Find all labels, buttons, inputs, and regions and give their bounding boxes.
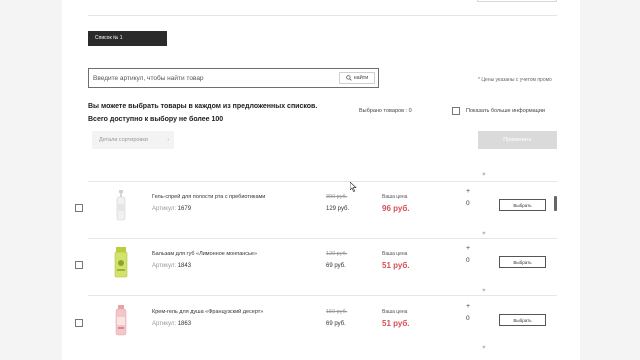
- your-price-label: Ваша цена: [382, 251, 408, 257]
- sort-dropdown[interactable]: Детали сортировки ›: [92, 131, 174, 149]
- your-price: 51 руб.: [382, 319, 410, 328]
- product-article-label: Артикул:: [152, 321, 177, 327]
- product-name: Гель-спрей для полости рта с пребиотикам…: [152, 194, 266, 200]
- qty-plus-button[interactable]: +: [466, 188, 470, 195]
- search-input[interactable]: [93, 72, 331, 84]
- your-price: 51 руб.: [382, 261, 410, 270]
- scrollbar-thumb[interactable]: [554, 196, 557, 211]
- heart-icon[interactable]: ♥: [482, 231, 486, 237]
- your-price-label: Ваша цена: [382, 194, 408, 200]
- product-article-label: Артикул:: [152, 263, 177, 269]
- sort-placeholder: Детали сортировки: [99, 137, 148, 143]
- choose-button[interactable]: Выбрать: [499, 199, 546, 211]
- price-note: * Цены указаны с учетом промо: [478, 77, 552, 83]
- product-article-value: 1863: [177, 321, 192, 327]
- more-info-checkbox[interactable]: [452, 107, 460, 115]
- qty-plus-button[interactable]: +: [466, 303, 470, 310]
- selected-count-label: Выбрано товаров :: [359, 108, 408, 114]
- heart-icon[interactable]: ♥: [482, 288, 486, 294]
- top-divider: [88, 15, 557, 16]
- row-divider: [88, 295, 557, 296]
- qty-value: 0: [466, 315, 470, 322]
- product-old-price: 150 руб.: [326, 309, 348, 315]
- shower-gel-bottle-image: [115, 305, 127, 336]
- search-button-label: найти: [353, 75, 369, 81]
- selected-count-value: 0: [408, 108, 412, 114]
- product-name: Крем-гель для душа «Французский десерт»: [152, 309, 264, 315]
- heart-icon[interactable]: ♥: [482, 345, 486, 351]
- product-article-label: Артикул:: [152, 206, 177, 212]
- product-price: 129 руб.: [326, 206, 350, 212]
- choose-button[interactable]: Выбрать: [499, 314, 546, 326]
- product-article: Артикул: 1863: [152, 321, 191, 327]
- more-info-toggle[interactable]: Показать больше информации: [452, 107, 545, 115]
- mouse-cursor-icon: [350, 182, 357, 192]
- product-article-value: 1679: [177, 206, 192, 212]
- selected-count: Выбрано товаров : 0: [359, 108, 412, 114]
- search-bar: найти: [88, 68, 379, 88]
- lip-balm-tube-image: [114, 247, 128, 278]
- product-old-price: 120 руб.: [326, 251, 348, 257]
- product-article-value: 1843: [177, 263, 192, 269]
- choose-button[interactable]: Выбрать: [499, 256, 546, 268]
- product-name: Бальзам для губ «Лимонное монпансье»: [152, 251, 258, 257]
- your-price: 96 руб.: [382, 204, 410, 213]
- search-button[interactable]: найти: [339, 72, 375, 84]
- qty-value: 0: [466, 257, 470, 264]
- product-price: 69 руб.: [326, 263, 346, 269]
- more-info-label: Показать больше информации: [466, 108, 545, 114]
- selection-info-line-1: Вы можете выбрать товары в каждом из пре…: [88, 103, 318, 110]
- search-icon: [345, 75, 352, 81]
- product-checkbox[interactable]: [75, 261, 83, 269]
- heart-icon[interactable]: ♥: [482, 172, 486, 178]
- chevron-right-icon: ›: [167, 137, 169, 143]
- product-article: Артикул: 1843: [152, 263, 191, 269]
- apply-button[interactable]: Применить: [478, 131, 557, 149]
- product-row: Крем-гель для душа «Французский десерт» …: [62, 303, 580, 360]
- list-tab-1[interactable]: Список № 1: [88, 31, 167, 46]
- product-checkbox[interactable]: [75, 204, 83, 212]
- top-button-edge[interactable]: [477, 0, 557, 2]
- product-price: 69 руб.: [326, 321, 346, 327]
- left-background-strip: [0, 0, 62, 360]
- selection-info-line-2: Всего доступно к выбору не более 100: [88, 116, 224, 123]
- spray-bottle-image: [116, 190, 126, 221]
- right-background-strip: [580, 0, 640, 360]
- product-old-price: 300 руб.: [326, 194, 348, 200]
- qty-plus-button[interactable]: +: [466, 245, 470, 252]
- selection-info: Вы можете выбрать товары в каждом из пре…: [88, 100, 348, 126]
- row-divider: [88, 181, 557, 182]
- row-divider: [88, 238, 557, 239]
- product-checkbox[interactable]: [75, 319, 83, 327]
- your-price-label: Ваша цена: [382, 309, 408, 315]
- qty-value: 0: [466, 200, 470, 207]
- product-article: Артикул: 1679: [152, 206, 191, 212]
